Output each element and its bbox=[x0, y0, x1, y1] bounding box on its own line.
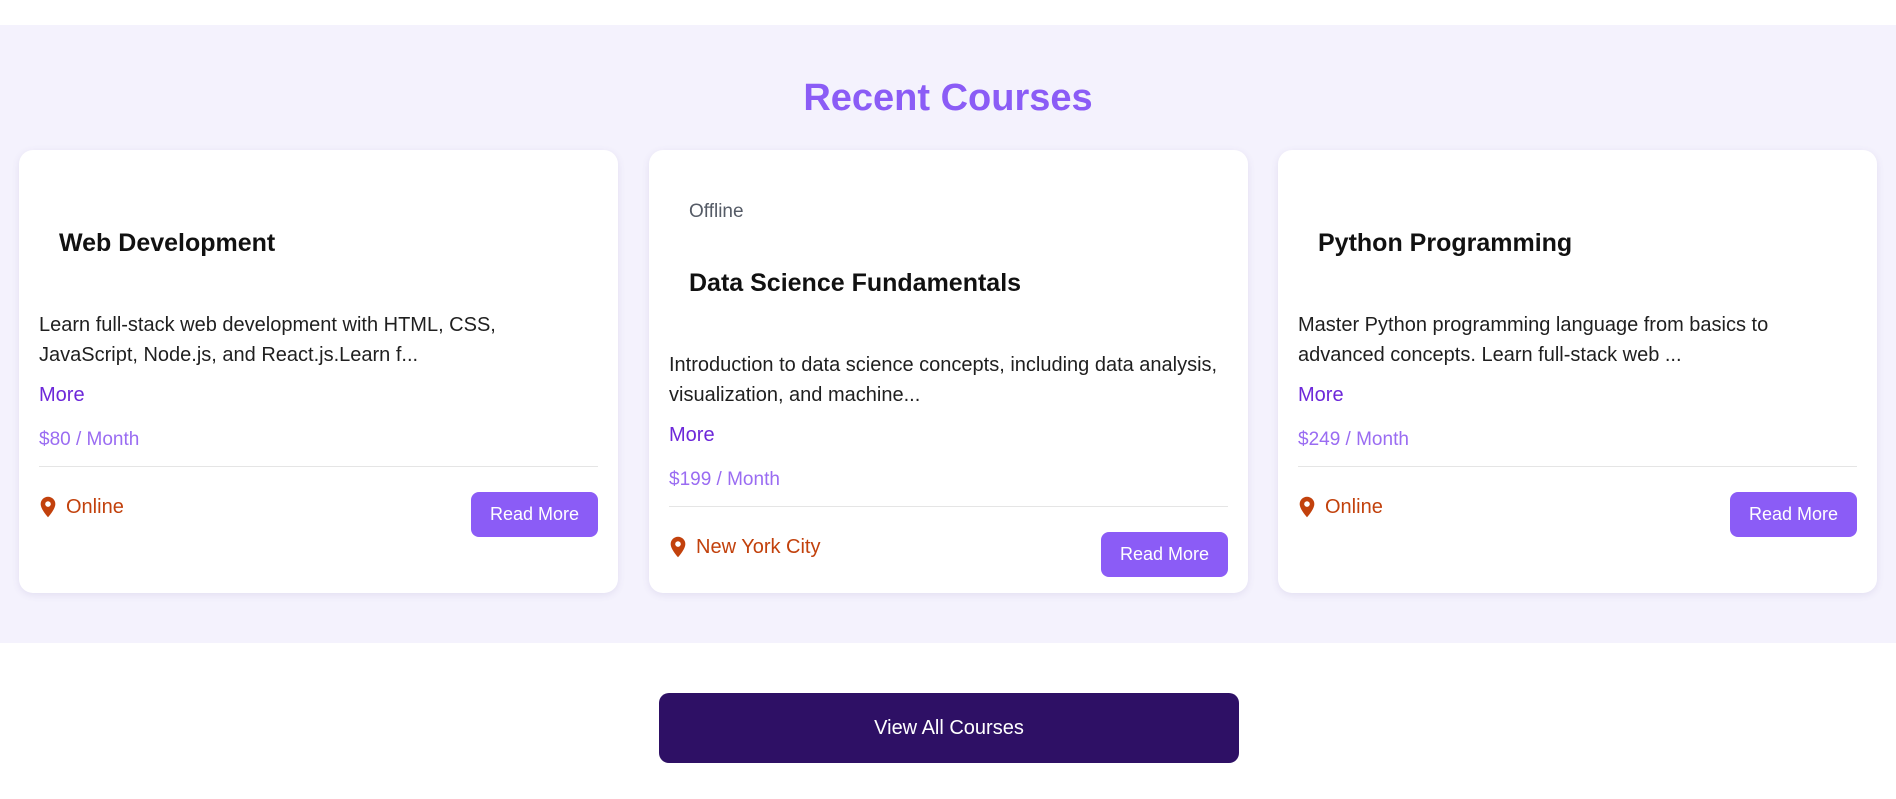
section-title: Recent Courses bbox=[803, 77, 1093, 119]
read-more-button[interactable]: Read More bbox=[1101, 532, 1228, 577]
more-link[interactable]: More bbox=[1298, 382, 1344, 408]
course-title: Web Development bbox=[59, 229, 276, 257]
map-pin-icon bbox=[670, 536, 686, 558]
course-location: New York City bbox=[669, 534, 821, 560]
course-price: $249 / Month bbox=[1298, 429, 1409, 450]
more-link[interactable]: More bbox=[669, 422, 715, 448]
location-label: New York City bbox=[696, 536, 821, 558]
course-location: Online bbox=[39, 494, 124, 520]
read-more-button[interactable]: Read More bbox=[471, 492, 598, 537]
location-label: Online bbox=[1325, 496, 1383, 518]
location-label: Online bbox=[66, 496, 124, 518]
course-card: Web Development Learn full-stack web dev… bbox=[19, 150, 618, 593]
course-description: Introduction to data science concepts, i… bbox=[669, 354, 1218, 406]
map-pin-icon bbox=[40, 496, 56, 518]
course-price: $80 / Month bbox=[39, 429, 140, 450]
course-description: Master Python programming language from … bbox=[1298, 314, 1769, 366]
course-title: Data Science Fundamentals bbox=[689, 269, 1022, 297]
course-mode: Offline bbox=[689, 201, 744, 222]
course-location: Online bbox=[1298, 494, 1383, 520]
course-price: $199 / Month bbox=[669, 469, 780, 490]
recent-courses-section: Recent Courses Web Development Learn ful… bbox=[0, 25, 1896, 643]
map-pin-icon bbox=[1299, 496, 1315, 518]
view-all-courses-button[interactable]: View All Courses bbox=[659, 693, 1239, 763]
course-title: Python Programming bbox=[1318, 229, 1573, 257]
more-link[interactable]: More bbox=[39, 382, 85, 408]
card-divider bbox=[669, 506, 1228, 507]
read-more-button[interactable]: Read More bbox=[1730, 492, 1857, 537]
card-divider bbox=[1298, 466, 1857, 467]
course-card: Offline Data Science Fundamentals Introd… bbox=[649, 150, 1248, 593]
course-description: Learn full-stack web development with HT… bbox=[39, 314, 496, 366]
card-divider bbox=[39, 466, 598, 467]
course-card: Python Programming Master Python program… bbox=[1278, 150, 1877, 593]
